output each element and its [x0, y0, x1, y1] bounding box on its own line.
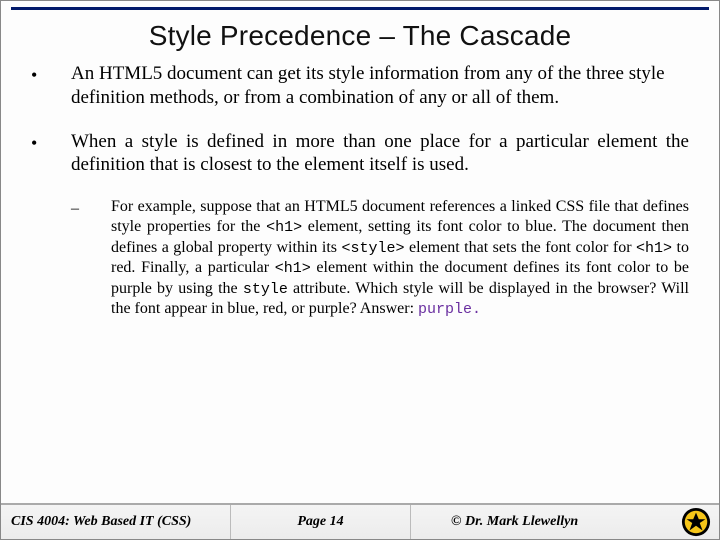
slide-content: • An HTML5 document can get its style in… [1, 60, 719, 503]
slide-footer: CIS 4004: Web Based IT (CSS) Page 14 © D… [1, 503, 719, 539]
bullet-item: • An HTML5 document can get its style in… [31, 62, 689, 110]
answer-text: purple. [418, 301, 481, 318]
bullet-item: • When a style is defined in more than o… [31, 130, 689, 178]
slide-title: Style Precedence – The Cascade [1, 10, 719, 60]
sub-text: For example, suppose that an HTML5 docum… [111, 197, 689, 320]
footer-author: © Dr. Mark Llewellyn [411, 505, 719, 539]
ucf-logo-icon [681, 507, 711, 537]
bullet-text: An HTML5 document can get its style info… [71, 62, 689, 110]
footer-course: CIS 4004: Web Based IT (CSS) [1, 505, 231, 539]
slide: Style Precedence – The Cascade • An HTML… [1, 1, 719, 539]
code-run: <style> [342, 240, 405, 257]
code-run: <h1> [266, 219, 302, 236]
bullet-marker: • [31, 130, 71, 178]
sub-marker: – [71, 197, 111, 320]
sub-bullet: – For example, suppose that an HTML5 doc… [71, 197, 689, 320]
text-run: element that sets the font color for [405, 239, 637, 256]
bullet-marker: • [31, 62, 71, 110]
footer-page: Page 14 [231, 505, 411, 539]
code-run: <h1> [636, 240, 672, 257]
bullet-text: When a style is defined in more than one… [71, 130, 689, 178]
code-run: <h1> [275, 260, 311, 277]
code-run: style [243, 281, 288, 298]
